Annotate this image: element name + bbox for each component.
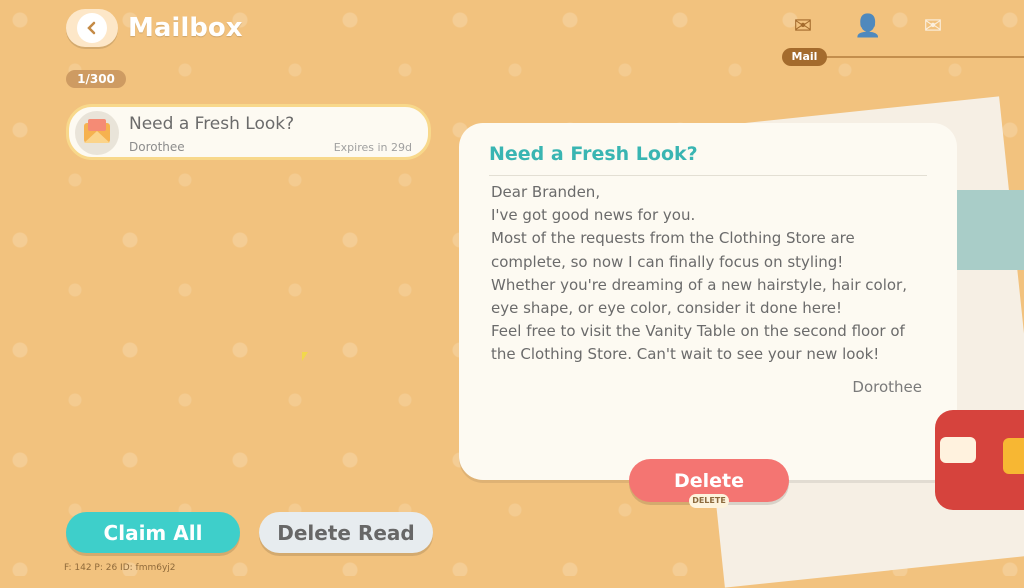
tab-divider — [825, 56, 1024, 58]
letter-line: complete, so now I can finally focus on … — [491, 252, 844, 271]
mail-tabs: ✉ 👤 ✉ Mail — [770, 10, 1024, 70]
letter-body: Dear Branden, I've got good news for you… — [491, 181, 931, 367]
letter-panel: Need a Fresh Look? Dear Branden, I've go… — [459, 123, 957, 480]
mail-item-title: Need a Fresh Look? — [129, 114, 295, 134]
page-title: Mailbox — [128, 13, 243, 43]
letter-line: eye shape, or eye color, consider it don… — [491, 299, 843, 318]
delete-key-hint: DELETE — [689, 494, 729, 508]
mail-item-sender: Dorothee — [129, 140, 185, 154]
mail-item-expiry: Expires in 29d — [333, 141, 412, 154]
letter-line: I've got good news for you. — [491, 206, 696, 225]
header: Mailbox — [66, 9, 243, 47]
debug-overlay: F: 142 P: 26 ID: fmm6yj2 — [64, 563, 176, 573]
back-button[interactable] — [66, 9, 118, 47]
letter-line: Most of the requests from the Clothing S… — [491, 229, 855, 248]
letter-title: Need a Fresh Look? — [489, 143, 698, 165]
mailbox-flag — [1003, 438, 1024, 474]
starred-mail-icon[interactable]: ✉ — [920, 16, 946, 38]
mail-list-item[interactable]: Need a Fresh Look? Dorothee Expires in 2… — [66, 104, 431, 160]
letter-icon — [84, 119, 110, 143]
tab-mail-label: Mail — [782, 48, 827, 66]
mailbox-slot — [940, 437, 976, 463]
claim-all-button[interactable]: Claim All — [66, 512, 240, 553]
delete-read-button[interactable]: Delete Read — [259, 512, 433, 553]
cursor-icon — [302, 352, 308, 361]
chevron-left-icon — [77, 13, 107, 43]
letter-line: Feel free to visit the Vanity Table on t… — [491, 322, 905, 341]
mail-avatar — [75, 111, 119, 155]
letter-line: the Clothing Store. Can't wait to see yo… — [491, 345, 880, 364]
divider — [489, 175, 927, 176]
envelope-icon[interactable]: ✉ — [790, 16, 816, 38]
letter-line: Whether you're dreaming of a new hairsty… — [491, 275, 907, 294]
mail-counter: 1/300 — [66, 70, 126, 88]
add-friend-icon[interactable]: 👤 — [854, 16, 881, 38]
letter-signature: Dorothee — [852, 378, 922, 396]
letter-line: Dear Branden, — [491, 183, 601, 201]
